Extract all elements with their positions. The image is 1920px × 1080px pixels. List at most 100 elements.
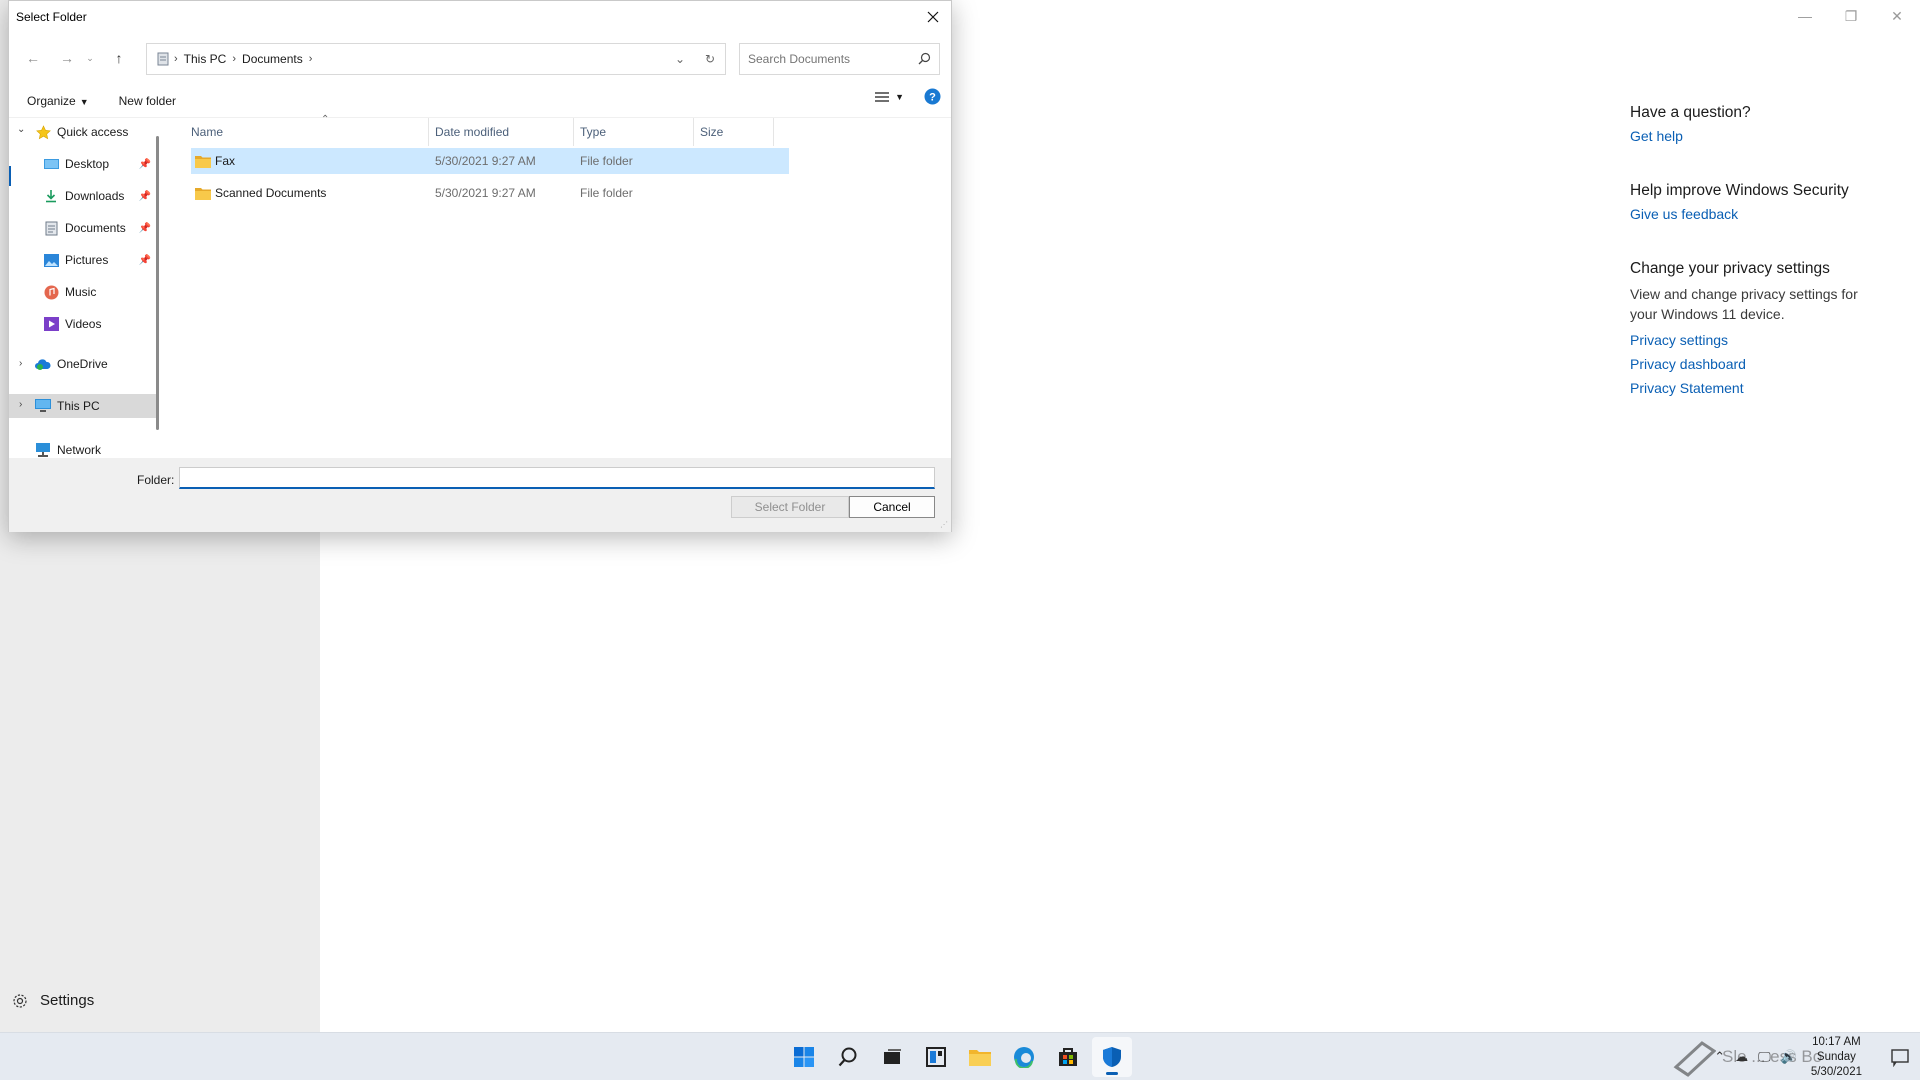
restore-button[interactable]: ❐: [1828, 0, 1874, 32]
address-dropdown-button[interactable]: ⌄: [665, 44, 695, 74]
edge-icon[interactable]: [1004, 1037, 1044, 1077]
pin-icon: 📌: [138, 222, 151, 234]
address-bar[interactable]: › This PC › Documents › ⌄ ↻: [146, 43, 726, 75]
system-tray: ⌃ ☁ 🖵 🔊 10:17 AM Sunday 5/30/2021: [1714, 1033, 1920, 1080]
tree-label: OneDrive: [57, 357, 108, 371]
privacy-heading: Change your privacy settings: [1630, 260, 1830, 277]
get-help-link[interactable]: Get help: [1630, 128, 1870, 144]
resize-grip-icon[interactable]: ⋰: [940, 520, 948, 529]
gear-icon: [13, 993, 27, 1008]
tree-label: Network: [57, 443, 102, 457]
expand-onedrive-icon[interactable]: ›: [19, 358, 22, 369]
chevron-up-icon[interactable]: ⌃: [1714, 1049, 1725, 1065]
privacy-settings-link[interactable]: Privacy settings: [1630, 332, 1870, 348]
tree-item-downloads[interactable]: Downloads 📌: [43, 184, 155, 208]
settings-nav-item[interactable]: Settings: [12, 992, 94, 1009]
feedback-link[interactable]: Give us feedback: [1630, 206, 1870, 222]
tree-label: Pictures: [65, 253, 109, 267]
search-icon[interactable]: [828, 1037, 868, 1077]
file-date: 5/30/2021 9:27 AM: [435, 186, 536, 200]
question-heading: Have a question?: [1630, 104, 1751, 121]
store-icon[interactable]: [1048, 1037, 1088, 1077]
tree-item-music[interactable]: Music: [43, 280, 155, 304]
tree-item-network[interactable]: Network: [35, 438, 155, 458]
refresh-icon: ↻: [704, 52, 716, 66]
breadcrumb-this-pc[interactable]: This PC: [178, 52, 233, 66]
column-header-type[interactable]: Type: [574, 118, 694, 146]
pictures-icon: [43, 253, 59, 267]
back-button[interactable]: ←: [19, 44, 47, 72]
task-view-icon[interactable]: [872, 1037, 912, 1077]
close-app-button[interactable]: ✕: [1874, 0, 1920, 32]
file-explorer-icon[interactable]: [960, 1037, 1000, 1077]
taskbar: Sle ... ess Bo ⌃ ☁ 🖵 🔊 10:17 AM Sunday 5…: [0, 1032, 1920, 1080]
folder-icon: [195, 155, 211, 168]
refresh-button[interactable]: ↻: [695, 44, 725, 74]
new-folder-button[interactable]: New folder: [97, 94, 184, 108]
search-box[interactable]: [739, 43, 940, 75]
command-toolbar: Organize ▼ New folder ▼ ?: [9, 84, 951, 118]
dialog-body: ⌄ Quick access Desktop 📌 Downloads 📌 Doc…: [9, 114, 951, 458]
breadcrumb-documents[interactable]: Documents: [236, 52, 309, 66]
privacy-dashboard-link[interactable]: Privacy dashboard: [1630, 356, 1870, 372]
caret-down-icon: ▼: [895, 91, 904, 102]
tree-item-documents[interactable]: Documents 📌: [43, 216, 155, 240]
tree-item-pictures[interactable]: Pictures 📌: [43, 248, 155, 272]
windows-security-icon[interactable]: [1092, 1037, 1132, 1077]
clock-time: 10:17 AM: [1812, 1035, 1861, 1048]
column-header-size[interactable]: Size: [694, 118, 774, 146]
view-options-button[interactable]: ▼: [875, 91, 904, 103]
help-icon[interactable]: ?: [924, 88, 941, 105]
search-input[interactable]: [748, 52, 908, 66]
tree-item-desktop[interactable]: Desktop 📌: [43, 152, 155, 176]
recent-locations-button[interactable]: ⌄: [81, 44, 99, 72]
pin-icon: 📌: [138, 158, 151, 170]
navigation-scrollbar[interactable]: [156, 136, 159, 430]
svg-text:?: ?: [929, 92, 936, 104]
music-icon: [44, 285, 58, 299]
widgets-icon[interactable]: [916, 1037, 956, 1077]
up-button[interactable]: ↑: [105, 44, 133, 72]
chevron-right-icon: ›: [308, 53, 313, 65]
notification-icon[interactable]: [1890, 1047, 1910, 1067]
onedrive-icon: [35, 359, 51, 370]
select-folder-button[interactable]: Select Folder: [731, 496, 849, 518]
tree-item-this-pc[interactable]: › This PC: [9, 394, 156, 418]
column-header-date[interactable]: Date modified: [429, 118, 574, 146]
network-tray-icon[interactable]: 🖵: [1758, 1049, 1771, 1065]
file-list[interactable]: ⌃ Name Date modified Type Size Fax 5/30/…: [171, 114, 951, 458]
dialog-close-button[interactable]: [915, 1, 951, 32]
focus-indicator: [9, 166, 11, 186]
close-icon: [927, 11, 939, 22]
arrow-left-icon: ←: [26, 50, 40, 66]
column-label: Type: [580, 125, 607, 139]
documents-location-icon: [157, 52, 169, 66]
tree-item-onedrive[interactable]: OneDrive: [35, 352, 155, 376]
onedrive-tray-icon[interactable]: ☁: [1735, 1049, 1748, 1065]
computer-icon: [35, 399, 51, 412]
folder-input[interactable]: [179, 467, 935, 489]
forward-button[interactable]: →: [53, 44, 81, 72]
tree-label: Desktop: [65, 157, 110, 171]
file-row[interactable]: Scanned Documents 5/30/2021 9:27 AM File…: [191, 180, 789, 206]
chevron-down-icon: ⌄: [86, 52, 94, 63]
expand-quick-access-icon[interactable]: ⌄: [17, 124, 25, 135]
taskbar-icons: [784, 1033, 1132, 1080]
folder-label: Folder:: [137, 473, 175, 487]
windows-start-icon[interactable]: [784, 1037, 824, 1077]
minimize-button[interactable]: —: [1782, 0, 1828, 32]
clock[interactable]: 10:17 AM Sunday 5/30/2021: [1811, 1035, 1862, 1080]
help-panel: Have a question? Get help Help improve W…: [1630, 104, 1870, 434]
tree-item-videos[interactable]: Videos: [43, 312, 155, 336]
cancel-button[interactable]: Cancel: [849, 496, 935, 518]
file-row[interactable]: Fax 5/30/2021 9:27 AM File folder: [191, 148, 789, 174]
navigation-pane[interactable]: ⌄ Quick access Desktop 📌 Downloads 📌 Doc…: [9, 118, 156, 458]
privacy-statement-link[interactable]: Privacy Statement: [1630, 380, 1870, 396]
expand-this-pc-icon[interactable]: ›: [19, 399, 22, 410]
volume-icon[interactable]: 🔊: [1781, 1049, 1797, 1065]
column-header-name[interactable]: Name: [185, 118, 429, 146]
star-icon: [35, 124, 51, 139]
window-controls: — ❐ ✕: [1782, 0, 1920, 32]
tree-item-quick-access[interactable]: Quick access: [35, 120, 155, 144]
organize-button[interactable]: Organize ▼: [9, 94, 97, 108]
